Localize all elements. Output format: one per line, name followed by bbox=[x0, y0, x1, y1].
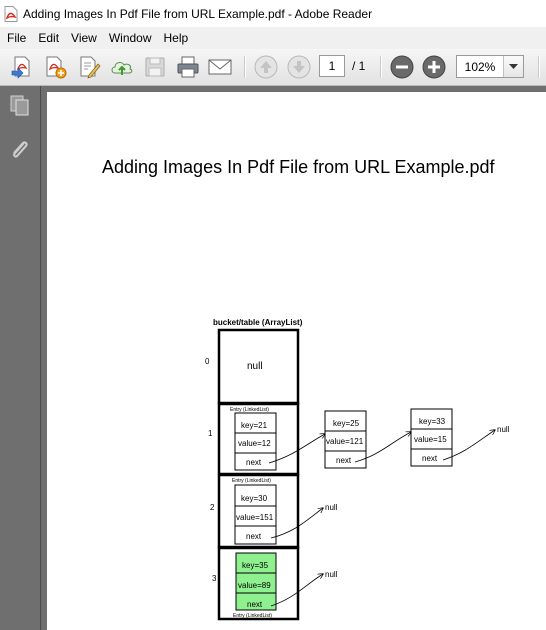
entry-next: next bbox=[422, 454, 438, 463]
index-label: 2 bbox=[210, 503, 215, 512]
entry-next: next bbox=[247, 600, 263, 609]
entry-next: next bbox=[246, 458, 262, 467]
pages-panel-button[interactable] bbox=[8, 94, 32, 118]
printer-icon bbox=[177, 56, 199, 78]
entry-key: key=30 bbox=[241, 494, 268, 503]
menu-edit[interactable]: Edit bbox=[32, 31, 65, 45]
zoom-in-button[interactable] bbox=[421, 54, 447, 80]
null-text: null bbox=[247, 361, 263, 372]
open-file-button[interactable] bbox=[9, 54, 35, 80]
create-pdf-icon bbox=[46, 56, 67, 79]
zoom-out-button[interactable] bbox=[389, 54, 415, 80]
save-disk-icon bbox=[145, 57, 165, 77]
navigation-sidebar bbox=[0, 86, 41, 630]
null-text: null bbox=[325, 570, 338, 579]
title-bar: Adding Images In Pdf File from URL Examp… bbox=[0, 0, 546, 27]
entry-next: next bbox=[246, 532, 262, 541]
entry-key: key=21 bbox=[241, 421, 268, 430]
print-button[interactable] bbox=[175, 54, 201, 80]
cloud-upload-icon bbox=[111, 62, 133, 75]
save-button[interactable] bbox=[142, 54, 168, 80]
entry-label: Entry (LinkedList) bbox=[233, 613, 272, 619]
entry-value: value=12 bbox=[238, 439, 271, 448]
attachments-panel-button[interactable] bbox=[8, 138, 32, 162]
open-file-icon bbox=[11, 56, 30, 79]
menu-file[interactable]: File bbox=[0, 31, 32, 45]
index-label: 0 bbox=[205, 357, 210, 366]
edit-button[interactable] bbox=[76, 54, 102, 80]
minus-circle-icon bbox=[390, 55, 414, 79]
table-label: bucket/table (ArrayList) bbox=[213, 318, 303, 327]
entry-next: next bbox=[336, 456, 352, 465]
zoom-level-input[interactable] bbox=[457, 56, 503, 77]
toolbar-separator bbox=[380, 56, 382, 78]
entry-key: key=25 bbox=[333, 419, 360, 428]
entry-value: value=15 bbox=[414, 435, 447, 444]
chevron-down-icon[interactable] bbox=[503, 56, 523, 77]
create-pdf-button[interactable] bbox=[42, 54, 68, 80]
email-button[interactable] bbox=[207, 54, 233, 80]
pencil-document-icon bbox=[80, 56, 101, 79]
page-number-input[interactable] bbox=[319, 55, 345, 77]
arrow-up-icon bbox=[254, 55, 278, 79]
index-label: 3 bbox=[212, 574, 217, 583]
plus-circle-icon bbox=[422, 55, 446, 79]
page-total-label: / 1 bbox=[352, 59, 366, 73]
entry-key: key=35 bbox=[242, 561, 269, 570]
envelope-icon bbox=[208, 59, 232, 75]
entry-value: value=151 bbox=[236, 513, 274, 522]
toolbar-separator bbox=[538, 56, 540, 78]
zoom-select[interactable] bbox=[456, 55, 524, 78]
adobe-pdf-icon bbox=[4, 5, 18, 22]
toolbar-separator bbox=[244, 56, 246, 78]
entry-label: Entry (LinkedList) bbox=[232, 478, 271, 484]
entry-value: value=89 bbox=[238, 581, 271, 590]
arrow-down-icon bbox=[287, 55, 311, 79]
entry-label: Entry (LinkedList) bbox=[230, 407, 269, 413]
paperclip-icon bbox=[13, 141, 28, 158]
menu-window[interactable]: Window bbox=[103, 31, 158, 45]
upload-button[interactable] bbox=[109, 54, 135, 80]
index-label: 1 bbox=[208, 429, 213, 438]
menu-help[interactable]: Help bbox=[158, 31, 195, 45]
null-text: null bbox=[325, 503, 338, 512]
null-text: null bbox=[497, 425, 510, 434]
menu-bar: File Edit View Window Help bbox=[0, 27, 546, 49]
menu-view[interactable]: View bbox=[65, 31, 103, 45]
window-title: Adding Images In Pdf File from URL Examp… bbox=[23, 6, 373, 21]
previous-page-button[interactable] bbox=[253, 54, 279, 80]
document-heading: Adding Images In Pdf File from URL Examp… bbox=[102, 157, 495, 177]
entry-value: value=121 bbox=[326, 437, 364, 446]
hashmap-diagram-image: bucket/table (ArrayList) 0 1 2 3 null En… bbox=[205, 318, 510, 621]
next-page-button[interactable] bbox=[286, 54, 312, 80]
entry-key: key=33 bbox=[419, 417, 446, 426]
pages-icon bbox=[10, 95, 29, 116]
